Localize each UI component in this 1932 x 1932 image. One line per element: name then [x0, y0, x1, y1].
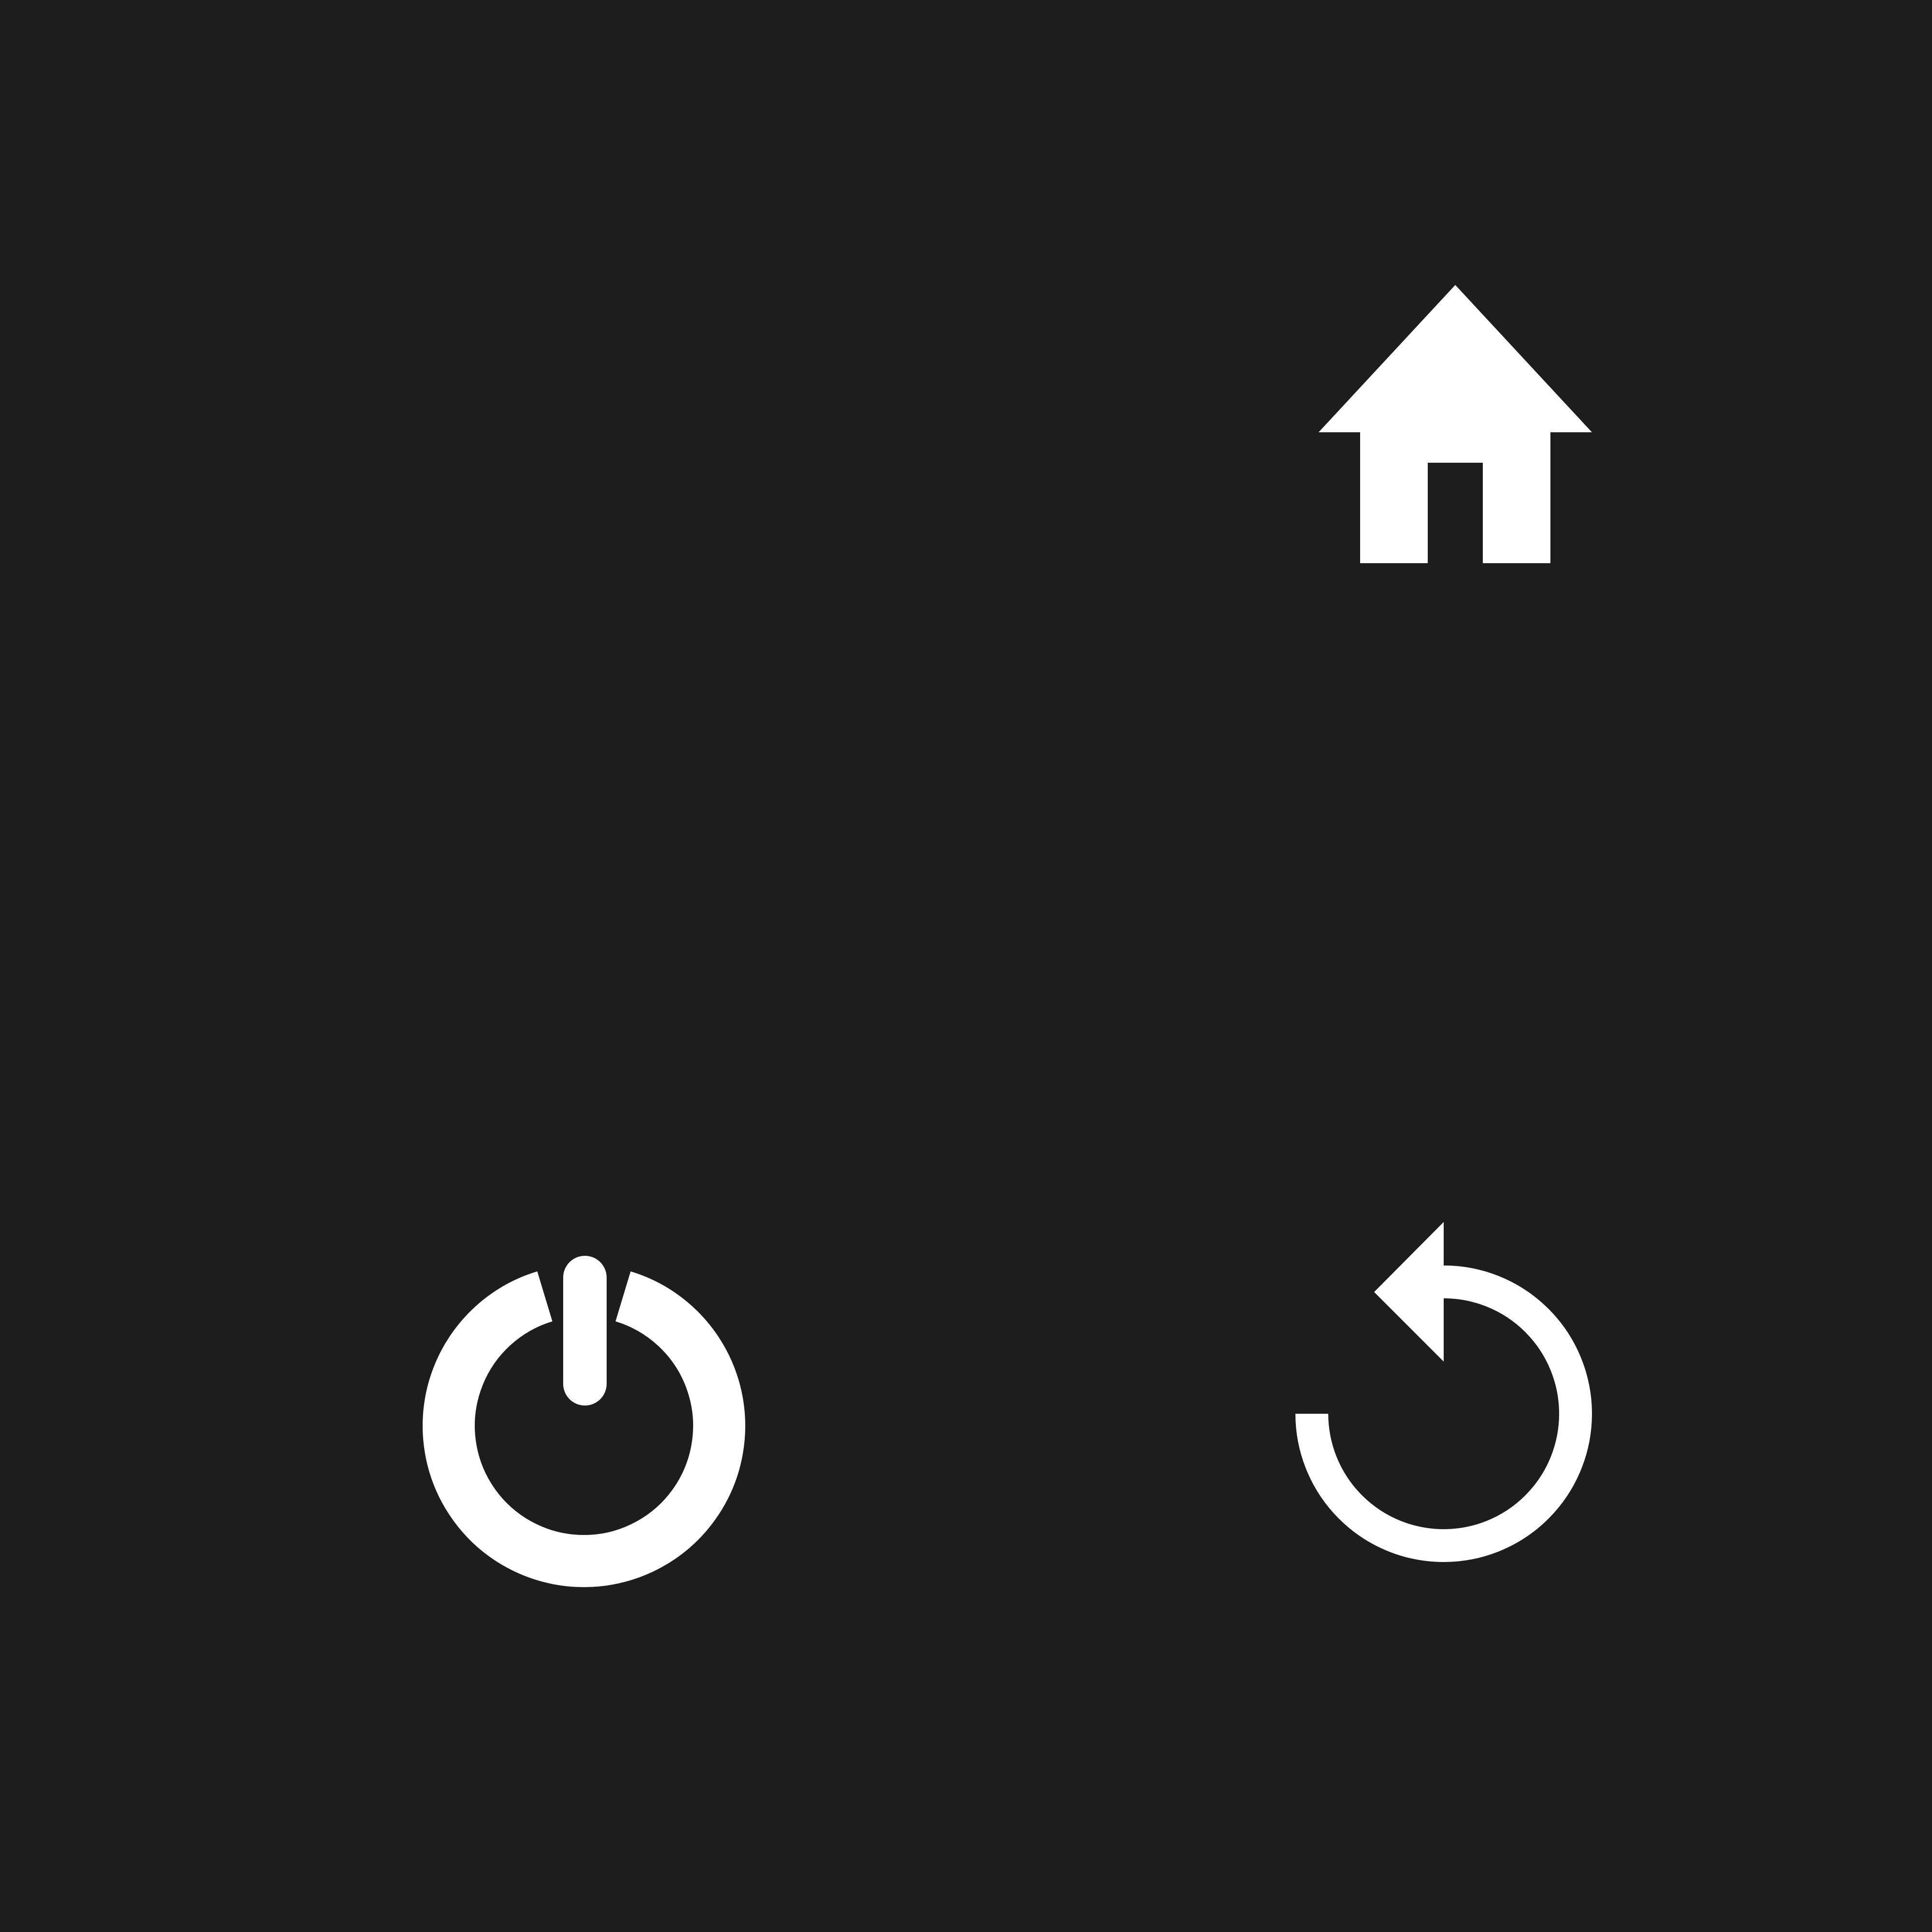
reset-button[interactable]	[1294, 1220, 1594, 1572]
power-icon	[423, 1256, 745, 1587]
home-button[interactable]	[1319, 285, 1592, 563]
control-screen	[0, 0, 1932, 1932]
power-button[interactable]	[423, 1256, 745, 1587]
counterclockwise-arrow-icon	[1295, 1222, 1592, 1562]
home-icon	[1319, 285, 1592, 563]
